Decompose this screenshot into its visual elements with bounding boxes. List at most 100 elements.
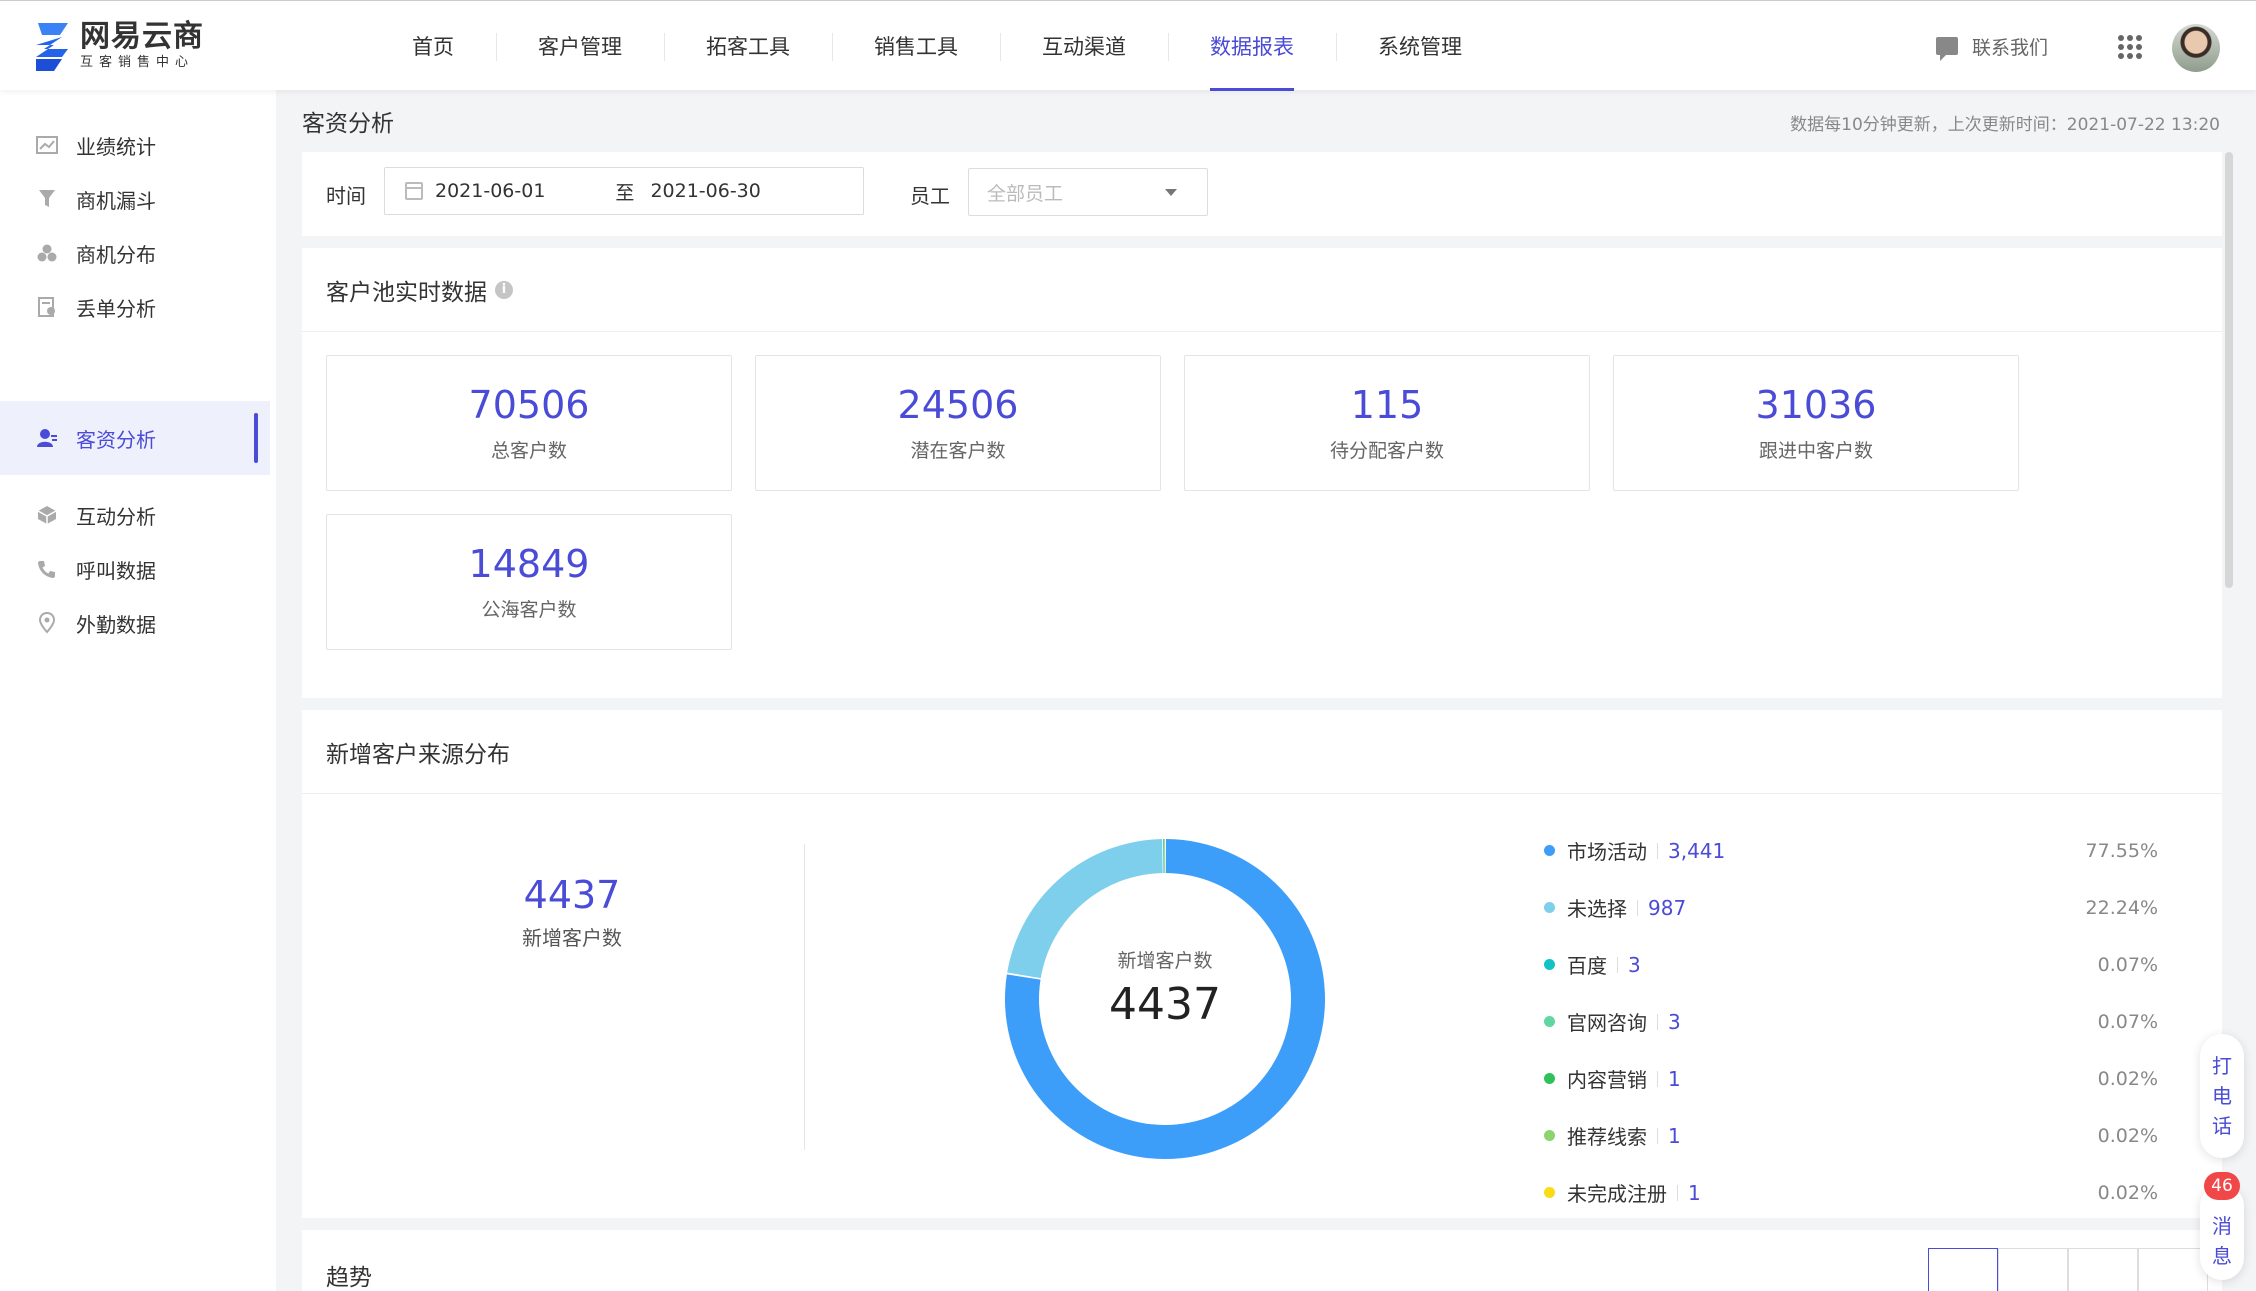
legend-item[interactable]: 推荐线索 1 0.02% (1544, 1107, 2184, 1164)
stat-value: 31036 (1755, 383, 1877, 427)
donut-center: 新增客户数 4437 (1002, 946, 1328, 1030)
legend-item[interactable]: 未完成注册 1 0.02% (1544, 1164, 2184, 1221)
legend-item[interactable]: 未选择 987 22.24% (1544, 879, 2184, 936)
phone-icon (36, 558, 58, 580)
document-icon (36, 296, 58, 318)
legend-item[interactable]: 内容营销 1 0.02% (1544, 1050, 2184, 1107)
app-grid-icon[interactable] (2118, 35, 2142, 59)
legend-label: 未完成注册 (1567, 1182, 1667, 1206)
info-icon[interactable]: i (495, 280, 513, 299)
top-header: 网易云商 互客销售中心 首页 客户管理 拓客工具 销售工具 互动渠道 数据报表 … (0, 0, 2256, 91)
logo-title: 网易云商 (80, 19, 204, 54)
stat-following-customers[interactable]: 31036 跟进中客户数 (1613, 355, 2019, 491)
stat-total-customers[interactable]: 70506 总客户数 (326, 355, 732, 491)
legend-dot (1544, 1187, 1555, 1198)
customer-pool-title: 客户池实时数据 (326, 279, 487, 306)
call-button[interactable]: 打 电 话 (2200, 1034, 2244, 1158)
logo-subtitle: 互客销售中心 (80, 55, 195, 70)
stat-potential-customers[interactable]: 24506 潜在客户数 (755, 355, 1161, 491)
contact-us-link[interactable]: 联系我们 (1936, 31, 2048, 61)
message-label-2: 息 (2212, 1244, 2232, 1268)
legend-count: 3,441 (1668, 838, 1726, 863)
date-range-picker[interactable]: 2021-06-01 至 2021-06-30 (384, 167, 864, 215)
period-tab[interactable] (2138, 1248, 2208, 1291)
stat-public-sea-customers[interactable]: 14849 公海客户数 (326, 514, 732, 650)
nav-home[interactable]: 首页 (370, 1, 496, 91)
nav-customer-management[interactable]: 客户管理 (496, 1, 664, 91)
date-separator: 至 (615, 181, 635, 204)
legend-count: 1 (1668, 1066, 1681, 1091)
legend-label: 官网咨询 (1567, 1011, 1647, 1035)
legend-separator (1637, 899, 1638, 916)
legend-percentage: 0.02% (2097, 1124, 2158, 1147)
total-value: 4437 (523, 873, 621, 917)
main-nav: 首页 客户管理 拓客工具 销售工具 互动渠道 数据报表 系统管理 (370, 1, 1504, 91)
sidebar-item-label: 呼叫数据 (76, 558, 156, 583)
stat-label: 总客户数 (490, 440, 567, 462)
message-button[interactable]: 46 消 息 (2200, 1172, 2244, 1280)
employee-select[interactable]: 全部员工 (968, 168, 1208, 216)
legend-dot (1544, 1073, 1555, 1084)
nav-prospecting-tools[interactable]: 拓客工具 (664, 1, 832, 91)
funnel-icon (36, 188, 58, 210)
date-start[interactable]: 2021-06-01 (435, 180, 545, 202)
call-label-3: 话 (2212, 1114, 2232, 1138)
chevron-down-icon (1165, 189, 1177, 196)
call-label-2: 电 (2212, 1084, 2232, 1108)
donut-center-label: 新增客户数 (1117, 950, 1213, 972)
legend-count: 3 (1628, 952, 1641, 977)
chat-bubble-icon (1936, 37, 1958, 61)
sidebar-item-customer-analysis[interactable]: 客资分析 (0, 401, 270, 475)
period-tab[interactable] (1928, 1248, 1998, 1291)
scrollbar[interactable] (2225, 152, 2233, 588)
legend-dot (1544, 959, 1555, 970)
legend-separator (1657, 1127, 1658, 1144)
card-header: 新增客户来源分布 (302, 710, 2222, 794)
legend-dot (1544, 902, 1555, 913)
divider (804, 844, 805, 1150)
legend-item[interactable]: 百度 3 0.07% (1544, 936, 2184, 993)
trend-title: 趋势 (326, 1265, 372, 1291)
date-end[interactable]: 2021-06-30 (650, 180, 760, 202)
legend-dot (1544, 845, 1555, 856)
nav-sales-tools[interactable]: 销售工具 (832, 1, 1000, 91)
call-label-1: 打 (2212, 1054, 2232, 1078)
legend-dot (1544, 1016, 1555, 1027)
user-avatar[interactable] (2172, 24, 2220, 72)
stat-label: 跟进中客户数 (1758, 440, 1873, 462)
legend-percentage: 77.55% (2085, 839, 2158, 862)
filter-bar: 时间 2021-06-01 至 2021-06-30 员工 全部员工 (302, 152, 2222, 236)
contact-us-label: 联系我们 (1972, 36, 2049, 59)
legend-separator (1657, 1070, 1658, 1087)
trend-card: 趋势 (302, 1230, 2222, 1291)
legend-count: 3 (1668, 1009, 1681, 1034)
legend-label: 百度 (1567, 954, 1607, 978)
time-label: 时间 (326, 184, 366, 208)
period-tab[interactable] (1998, 1248, 2068, 1291)
sidebar-item-lost-orders[interactable]: 丢单分析 (0, 270, 270, 344)
location-pin-icon (36, 612, 58, 634)
message-count-badge: 46 (2204, 1172, 2240, 1200)
period-tab[interactable] (2068, 1248, 2138, 1291)
total-label: 新增客户数 (522, 926, 622, 950)
nav-system-management[interactable]: 系统管理 (1336, 1, 1504, 91)
sidebar-item-field-data[interactable]: 外勤数据 (0, 586, 270, 660)
user-icon (36, 427, 58, 449)
sidebar-item-label: 商机分布 (76, 242, 156, 267)
legend-percentage: 0.02% (2097, 1067, 2158, 1090)
legend-item[interactable]: 市场活动 3,441 77.55% (1544, 822, 2184, 879)
cube-icon (36, 504, 58, 526)
stat-value: 24506 (897, 383, 1019, 427)
legend-item[interactable]: 官网咨询 3 0.07% (1544, 993, 2184, 1050)
legend-percentage: 22.24% (2085, 896, 2158, 919)
nav-interaction-channels[interactable]: 互动渠道 (1000, 1, 1168, 91)
message-label-1: 消 (2212, 1214, 2232, 1238)
stat-unassigned-customers[interactable]: 115 待分配客户数 (1184, 355, 1590, 491)
logo[interactable]: 网易云商 互客销售中心 (32, 17, 204, 75)
nav-data-reports[interactable]: 数据报表 (1168, 1, 1336, 91)
stat-label: 潜在客户数 (910, 440, 1006, 462)
page-title: 客资分析 (302, 111, 394, 137)
donut-center-value: 4437 (1109, 979, 1221, 1030)
logo-icon (36, 23, 68, 71)
stat-label: 待分配客户数 (1329, 440, 1444, 462)
